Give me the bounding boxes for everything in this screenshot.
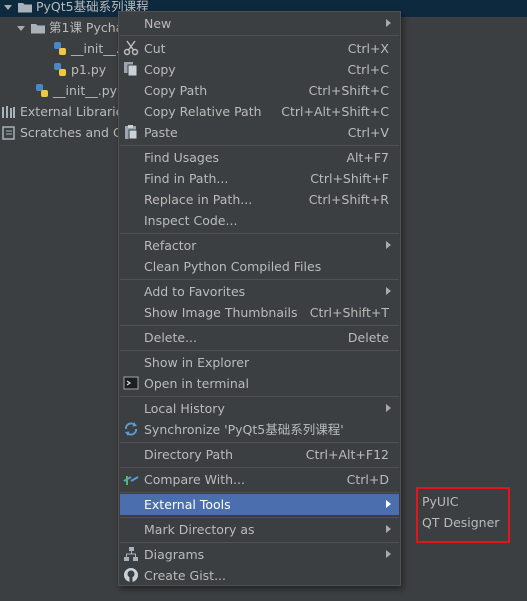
- menu-item-replace-in-path[interactable]: Replace in Path... Ctrl+Shift+R: [120, 189, 399, 210]
- submenu-item-qt-designer[interactable]: QT Designer: [422, 513, 499, 533]
- menu-item-clean-python[interactable]: Clean Python Compiled Files: [120, 256, 399, 277]
- submenu-arrow-icon: [386, 550, 391, 558]
- menu-item-open-in-terminal[interactable]: Open in terminal: [120, 373, 399, 394]
- submenu-arrow-icon: [386, 404, 391, 412]
- terminal-icon: [123, 375, 139, 391]
- library-icon: [1, 104, 17, 120]
- paste-icon: [123, 124, 139, 140]
- chevron-down-icon[interactable]: [3, 2, 13, 12]
- tree-folder-label: 第1课 Pycha: [49, 20, 124, 35]
- tree-external-libraries-label: External Libraries: [20, 104, 130, 119]
- menu-separator: [120, 233, 399, 234]
- menu-separator: [120, 542, 399, 543]
- menu-separator: [120, 442, 399, 443]
- scratches-icon: [1, 125, 17, 141]
- menu-item-compare-with[interactable]: Compare With... Ctrl+D: [120, 469, 399, 490]
- sync-icon: [123, 421, 139, 437]
- menu-item-directory-path[interactable]: Directory Path Ctrl+Alt+F12: [120, 444, 399, 465]
- menu-separator: [120, 35, 399, 36]
- tree-file-p1[interactable]: p1.py: [52, 59, 106, 80]
- menu-separator: [120, 517, 399, 518]
- diagram-icon: [123, 546, 139, 562]
- python-file-icon: [34, 83, 50, 99]
- menu-item-find-in-path[interactable]: Find in Path... Ctrl+Shift+F: [120, 168, 399, 189]
- submenu-arrow-icon: [386, 241, 391, 249]
- scissors-icon: [123, 40, 139, 56]
- folder-icon: [17, 0, 33, 15]
- menu-item-external-tools[interactable]: External Tools: [120, 494, 399, 515]
- menu-item-delete[interactable]: Delete... Delete: [120, 327, 399, 348]
- menu-item-diagrams[interactable]: Diagrams: [120, 544, 399, 565]
- menu-separator: [120, 396, 399, 397]
- menu-separator: [120, 350, 399, 351]
- menu-separator: [120, 325, 399, 326]
- python-file-icon: [52, 62, 68, 78]
- submenu-arrow-icon: [386, 287, 391, 295]
- external-tools-submenu: PyUIC QT Designer: [416, 491, 508, 539]
- copy-icon: [123, 61, 139, 77]
- menu-separator: [120, 467, 399, 468]
- menu-item-copy-relative-path[interactable]: Copy Relative Path Ctrl+Alt+Shift+C: [120, 101, 399, 122]
- menu-item-local-history[interactable]: Local History: [120, 398, 399, 419]
- menu-separator: [120, 279, 399, 280]
- menu-item-show-thumbnails[interactable]: Show Image Thumbnails Ctrl+Shift+T: [120, 302, 399, 323]
- menu-item-mark-directory[interactable]: Mark Directory as: [120, 519, 399, 540]
- tree-file-init-1[interactable]: __init__.p: [52, 38, 128, 59]
- menu-item-find-usages[interactable]: Find Usages Alt+F7: [120, 147, 399, 168]
- tree-file-label: __init__.py: [53, 83, 118, 98]
- menu-item-add-to-favorites[interactable]: Add to Favorites: [120, 281, 399, 302]
- compare-icon: [123, 471, 139, 487]
- menu-separator: [120, 492, 399, 493]
- submenu-arrow-icon: [386, 500, 391, 508]
- menu-item-cut[interactable]: Cut Ctrl+X: [120, 38, 399, 59]
- context-menu: New Cut Ctrl+X Copy Ctrl+C Copy Path Ctr…: [118, 11, 401, 586]
- tree-scratches[interactable]: Scratches and Co: [1, 122, 129, 143]
- submenu-arrow-icon: [386, 525, 391, 533]
- tree-external-libraries[interactable]: External Libraries: [1, 101, 130, 122]
- tree-file-label: p1.py: [71, 62, 107, 77]
- menu-item-new[interactable]: New: [120, 13, 399, 34]
- chevron-down-icon[interactable]: [16, 23, 26, 33]
- menu-item-inspect-code[interactable]: Inspect Code...: [120, 210, 399, 231]
- github-icon: [123, 567, 139, 583]
- python-file-icon: [52, 41, 68, 57]
- menu-item-copy-path[interactable]: Copy Path Ctrl+Shift+C: [120, 80, 399, 101]
- menu-item-synchronize[interactable]: Synchronize 'PyQt5基础系列课程': [120, 419, 399, 440]
- menu-item-copy[interactable]: Copy Ctrl+C: [120, 59, 399, 80]
- menu-item-create-gist[interactable]: Create Gist...: [120, 565, 399, 586]
- submenu-arrow-icon: [386, 19, 391, 27]
- tree-file-init-2[interactable]: __init__.py: [34, 80, 117, 101]
- menu-item-show-in-explorer[interactable]: Show in Explorer: [120, 352, 399, 373]
- folder-icon: [30, 20, 46, 36]
- tree-folder[interactable]: 第1课 Pycha: [16, 17, 123, 38]
- menu-item-paste[interactable]: Paste Ctrl+V: [120, 122, 399, 143]
- menu-separator: [120, 145, 399, 146]
- submenu-item-pyuic[interactable]: PyUIC: [422, 492, 459, 512]
- menu-item-refactor[interactable]: Refactor: [120, 235, 399, 256]
- tree-scratches-label: Scratches and Co: [20, 125, 130, 140]
